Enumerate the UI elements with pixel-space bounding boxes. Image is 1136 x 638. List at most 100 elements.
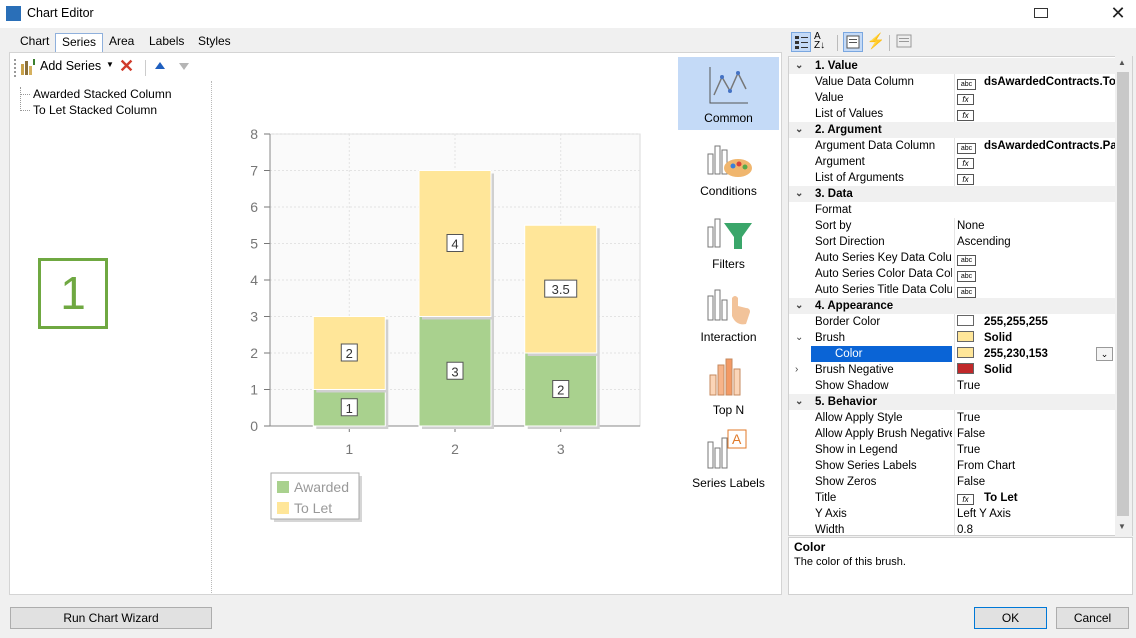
property-value[interactable]: True <box>954 442 1116 458</box>
cancel-button[interactable]: Cancel <box>1056 607 1129 629</box>
property-value[interactable]: abc dsAwardedContracts.Pa <box>954 138 1116 154</box>
run-chart-wizard-button[interactable]: Run Chart Wizard <box>10 607 212 629</box>
categorized-view-icon[interactable] <box>791 32 811 52</box>
property-value[interactable]: Solid <box>954 362 1116 378</box>
tab-chart[interactable]: Chart <box>14 33 55 52</box>
scroll-down-icon[interactable]: ▼ <box>1118 522 1126 531</box>
collapse-chevron-icon[interactable]: ⌄ <box>795 394 803 410</box>
property-category[interactable]: ⌄ 5. Behavior <box>789 394 1115 410</box>
property-category[interactable]: ⌄ 1. Value <box>789 58 1115 74</box>
property-value[interactable]: Solid <box>954 330 1116 346</box>
property-value[interactable]: fx <box>954 154 1116 170</box>
property-value[interactable]: True <box>954 378 1116 394</box>
property-row[interactable]: ⌄ Brush Solid <box>789 330 1115 346</box>
property-row[interactable]: Argument Data Column abc dsAwardedContract… <box>789 138 1116 154</box>
property-value[interactable]: fx To Let <box>954 490 1116 506</box>
tab-series[interactable]: Series <box>55 33 104 53</box>
data-column-icon[interactable]: abc <box>957 287 976 298</box>
close-icon[interactable]: ✕ <box>1106 2 1130 24</box>
conditions-button[interactable]: Conditions <box>678 130 779 203</box>
property-row[interactable]: Sort by None <box>789 218 1115 234</box>
properties-view-icon[interactable] <box>843 32 863 52</box>
collapse-chevron-icon[interactable]: ⌄ <box>795 186 803 202</box>
property-row[interactable]: Value fx <box>789 90 1115 106</box>
property-value[interactable]: True <box>954 410 1116 426</box>
filters-button[interactable]: Filters <box>678 203 779 276</box>
collapse-chevron-icon[interactable]: ⌄ <box>795 58 803 74</box>
property-row[interactable]: Show in Legend True <box>789 442 1115 458</box>
tab-labels[interactable]: Labels <box>143 33 190 52</box>
property-row[interactable]: Border Color 255,255,255 <box>789 314 1115 330</box>
property-row[interactable]: › Brush Negative Solid <box>789 362 1115 378</box>
expression-icon[interactable]: fx <box>957 174 974 185</box>
property-category[interactable]: ⌄ 4. Appearance <box>789 298 1115 314</box>
expression-icon[interactable]: fx <box>957 158 974 169</box>
expression-icon[interactable]: fx <box>957 110 974 121</box>
expand-chevron-icon[interactable]: › <box>795 362 798 378</box>
move-down-icon[interactable] <box>178 60 190 75</box>
data-column-icon[interactable]: abc <box>957 255 976 266</box>
property-value[interactable]: Left Y Axis <box>954 506 1116 522</box>
property-value[interactable]: fx <box>954 90 1116 106</box>
add-series-button[interactable]: Add Series <box>40 59 101 73</box>
data-column-icon[interactable]: abc <box>957 79 976 90</box>
property-value[interactable]: Ascending <box>954 234 1116 250</box>
property-category[interactable]: ⌄ 3. Data <box>789 186 1115 202</box>
property-row[interactable]: Color 255,230,153 ⌄ <box>789 346 1115 362</box>
property-row[interactable]: Auto Series Title Data Column abc <box>789 282 1115 298</box>
series-item-awarded[interactable]: Awarded Stacked Column <box>33 87 172 101</box>
property-value[interactable]: From Chart <box>954 458 1116 474</box>
data-column-icon[interactable]: abc <box>957 143 976 154</box>
property-value[interactable]: abc <box>954 266 1116 282</box>
property-row[interactable]: Width 0.8 <box>789 522 1115 535</box>
property-row[interactable]: Value Data Column abc dsAwardedContracts.T… <box>789 74 1116 90</box>
add-series-icon[interactable] <box>20 58 36 76</box>
property-category[interactable]: ⌄ 2. Argument <box>789 122 1115 138</box>
property-row[interactable]: Allow Apply Style True <box>789 410 1115 426</box>
property-row[interactable]: Title fx To Let <box>789 490 1115 506</box>
tab-area[interactable]: Area <box>103 33 140 52</box>
property-row[interactable]: Sort Direction Ascending <box>789 234 1115 250</box>
interaction-button[interactable]: Interaction <box>678 276 779 349</box>
scrollbar-thumb[interactable] <box>1117 72 1129 516</box>
property-value[interactable]: False <box>954 474 1116 490</box>
property-row[interactable]: Y Axis Left Y Axis <box>789 506 1115 522</box>
property-value[interactable]: None <box>954 218 1116 234</box>
property-value[interactable]: 255,255,255 <box>954 314 1116 330</box>
property-pages-icon[interactable] <box>895 32 915 52</box>
collapse-chevron-icon[interactable]: ⌄ <box>795 122 803 138</box>
add-series-dropdown-icon[interactable]: ▼ <box>106 60 114 69</box>
restore-icon[interactable] <box>1034 8 1048 18</box>
events-lightning-icon[interactable]: ⚡ <box>866 32 886 52</box>
property-row[interactable]: Allow Apply Brush Negative False <box>789 426 1115 442</box>
property-row[interactable]: Argument fx <box>789 154 1115 170</box>
series-item-to-let[interactable]: To Let Stacked Column <box>33 103 157 117</box>
collapse-chevron-icon[interactable]: ⌄ <box>795 298 803 314</box>
top-n-button[interactable]: Top N <box>678 349 779 422</box>
expression-icon[interactable]: fx <box>957 494 974 505</box>
ok-button[interactable]: OK <box>974 607 1047 629</box>
common-button[interactable]: Common <box>678 57 779 130</box>
property-row[interactable]: Auto Series Color Data Column abc <box>789 266 1115 282</box>
alphabetical-sort-icon[interactable]: A Z↓ <box>814 32 834 52</box>
property-value[interactable]: False <box>954 426 1116 442</box>
property-value[interactable]: abc dsAwardedContracts.To <box>954 74 1116 90</box>
property-value[interactable]: 255,230,153 <box>954 346 1116 362</box>
collapse-chevron-icon[interactable]: ⌄ <box>795 330 803 346</box>
property-value[interactable]: abc <box>954 282 1116 298</box>
property-row[interactable]: List of Arguments fx <box>789 170 1115 186</box>
data-column-icon[interactable]: abc <box>957 271 976 282</box>
series-labels-button[interactable]: A Series Labels <box>678 422 779 495</box>
property-row[interactable]: List of Values fx <box>789 106 1115 122</box>
scroll-up-icon[interactable]: ▲ <box>1118 58 1126 67</box>
property-row[interactable]: Show Shadow True <box>789 378 1115 394</box>
property-row[interactable]: Format <box>789 202 1115 218</box>
property-row[interactable]: Show Zeros False <box>789 474 1115 490</box>
property-value[interactable]: fx <box>954 170 1116 186</box>
tab-styles[interactable]: Styles <box>192 33 237 52</box>
color-dropdown-icon[interactable]: ⌄ <box>1096 347 1113 361</box>
property-row[interactable]: Auto Series Key Data Column abc <box>789 250 1115 266</box>
move-up-icon[interactable] <box>154 60 166 75</box>
expression-icon[interactable]: fx <box>957 94 974 105</box>
property-row[interactable]: Show Series Labels From Chart <box>789 458 1115 474</box>
